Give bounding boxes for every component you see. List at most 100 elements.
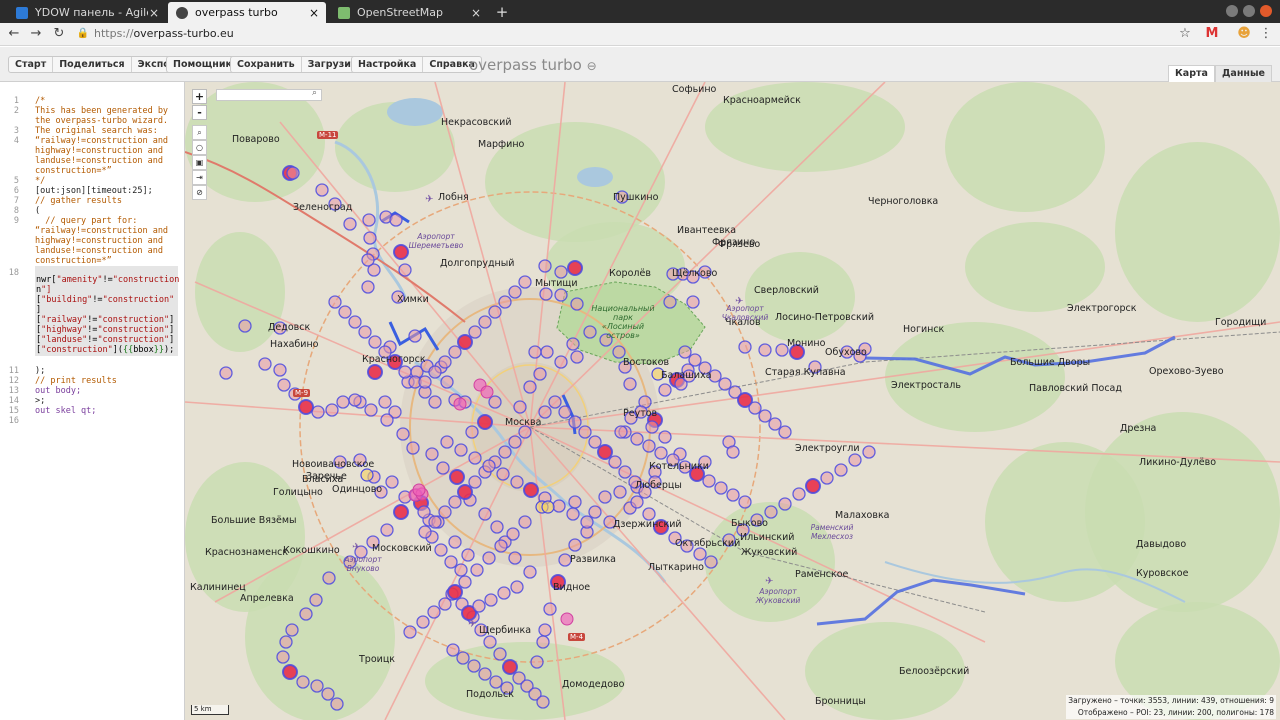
construction-poi-marker[interactable] [398, 365, 412, 379]
construction-poi-marker[interactable] [654, 446, 668, 460]
construction-poi-marker[interactable] [362, 213, 376, 227]
construction-poi-marker[interactable] [488, 305, 502, 319]
construction-poi-marker[interactable] [518, 515, 532, 529]
construction-poi-marker[interactable] [498, 445, 512, 459]
construction-poi-marker[interactable] [277, 378, 291, 392]
construction-poi-marker[interactable] [396, 427, 410, 441]
construction-poi-marker[interactable] [488, 395, 502, 409]
construction-poi-marker[interactable] [498, 295, 512, 309]
construction-poi-marker[interactable] [523, 482, 539, 498]
construction-poi-marker[interactable] [238, 319, 252, 333]
construction-poi-marker[interactable] [286, 166, 300, 180]
construction-poi-marker[interactable] [477, 414, 493, 430]
construction-poi-marker[interactable] [554, 288, 568, 302]
construction-poi-marker[interactable] [508, 551, 522, 565]
construction-poi-marker[interactable] [279, 635, 293, 649]
new-tab-button[interactable]: + [494, 3, 510, 21]
code-line[interactable]: landuse!=construction and [35, 246, 183, 256]
code-line[interactable]: */ [35, 176, 183, 186]
construction-poi-marker[interactable] [343, 217, 357, 231]
construction-poi-marker[interactable] [299, 607, 313, 621]
minimize-button[interactable] [1226, 5, 1238, 17]
construction-poi-marker[interactable] [738, 340, 752, 354]
construction-poi-marker[interactable] [642, 439, 656, 453]
construction-poi-marker[interactable] [768, 417, 782, 431]
construction-poi-marker[interactable] [588, 435, 602, 449]
construction-poi-marker[interactable] [645, 420, 659, 434]
construction-poi-marker[interactable] [325, 403, 339, 417]
share-button[interactable]: Поделиться [53, 57, 132, 72]
map-search-input[interactable]: ⌕ [216, 88, 322, 101]
construction-poi-marker[interactable] [348, 315, 362, 329]
zoom-out-button[interactable]: - [192, 105, 207, 120]
construction-poi-marker[interactable] [273, 363, 287, 377]
construction-poi-marker[interactable] [543, 602, 557, 616]
maximize-button[interactable] [1243, 5, 1255, 17]
construction-poi-marker[interactable] [470, 563, 484, 577]
construction-poi-marker[interactable] [448, 495, 462, 509]
construction-poi-marker[interactable] [530, 655, 544, 669]
extension-icon[interactable]: ☻ [1235, 25, 1253, 43]
star-icon[interactable]: ☆ [1176, 25, 1194, 43]
construction-poi-marker[interactable] [552, 499, 566, 513]
code-line[interactable]: ( [35, 206, 183, 216]
construction-poi-marker[interactable] [541, 500, 555, 514]
construction-poi-marker[interactable] [380, 523, 394, 537]
code-line[interactable]: ); [35, 366, 183, 376]
code-line[interactable]: landuse!=construction and [35, 156, 183, 166]
construction-poi-marker[interactable] [282, 664, 298, 680]
construction-poi-marker[interactable] [613, 485, 627, 499]
map-view[interactable]: ✈ ✈ ✈ ✈ ✈ Зеленоград Химки Долгопрудный Мытищи К… [185, 82, 1280, 720]
construction-poi-marker[interactable] [726, 488, 740, 502]
construction-poi-marker[interactable] [468, 325, 482, 339]
construction-poi-marker[interactable] [614, 425, 628, 439]
construction-poi-marker[interactable] [440, 435, 454, 449]
construction-poi-marker[interactable] [368, 335, 382, 349]
construction-poi-marker[interactable] [418, 525, 432, 539]
construction-poi-marker[interactable] [528, 345, 542, 359]
construction-poi-marker[interactable] [482, 459, 496, 473]
construction-poi-marker[interactable] [448, 345, 462, 359]
construction-poi-marker[interactable] [548, 395, 562, 409]
construction-poi-marker[interactable] [310, 679, 324, 693]
construction-poi-marker[interactable] [408, 329, 422, 343]
construction-poi-marker[interactable] [457, 334, 473, 350]
construction-poi-marker[interactable] [449, 469, 465, 485]
construction-poi-marker[interactable] [364, 403, 378, 417]
construction-poi-marker[interactable] [380, 413, 394, 427]
construction-poi-marker[interactable] [321, 687, 335, 701]
query-editor[interactable]: 1 2 3 4 5 6 7 8 9 18 11 12 13 14 15 16 /* This has been … [0, 82, 185, 720]
construction-poi-marker[interactable] [338, 305, 352, 319]
code-line[interactable]: n"] [36, 285, 51, 295]
construction-poi-marker[interactable] [758, 409, 772, 423]
construction-poi-marker[interactable] [523, 380, 537, 394]
construction-poi-marker[interactable] [598, 490, 612, 504]
construction-poi-marker[interactable] [718, 377, 732, 391]
code-line[interactable]: /* [35, 96, 183, 106]
construction-poi-marker[interactable] [458, 575, 472, 589]
construction-poi-marker[interactable] [554, 265, 568, 279]
construction-poi-marker[interactable] [456, 651, 470, 665]
search-icon[interactable]: ⌕ [312, 88, 317, 98]
construction-poi-marker[interactable] [693, 547, 707, 561]
construction-poi-marker[interactable] [510, 580, 524, 594]
construction-poi-marker[interactable] [506, 527, 520, 541]
construction-poi-marker[interactable] [568, 415, 582, 429]
save-button[interactable]: Сохранить [231, 57, 302, 72]
address-bar[interactable]: https://overpass-turbo.eu [94, 27, 234, 40]
lock-icon[interactable]: 🔒 [74, 25, 92, 43]
construction-poi-marker[interactable] [465, 425, 479, 439]
construction-poi-marker[interactable] [493, 647, 507, 661]
construction-poi-marker[interactable] [416, 615, 430, 629]
construction-poi-marker[interactable] [428, 395, 442, 409]
construction-poi-marker[interactable] [489, 675, 503, 689]
construction-poi-marker[interactable] [425, 447, 439, 461]
tab-data[interactable]: Данные [1214, 65, 1272, 82]
construction-poi-marker[interactable] [219, 366, 233, 380]
code-line[interactable]: [out:json][timeout:25]; [35, 186, 183, 196]
code-line[interactable]: ["railway"!="construction"] [36, 315, 174, 325]
construction-poi-marker[interactable] [554, 355, 568, 369]
construction-poi-marker[interactable] [428, 365, 442, 379]
code-line[interactable]: // query part for: [35, 216, 183, 226]
tab-openstreetmap[interactable]: OpenStreetMap × [330, 2, 488, 23]
